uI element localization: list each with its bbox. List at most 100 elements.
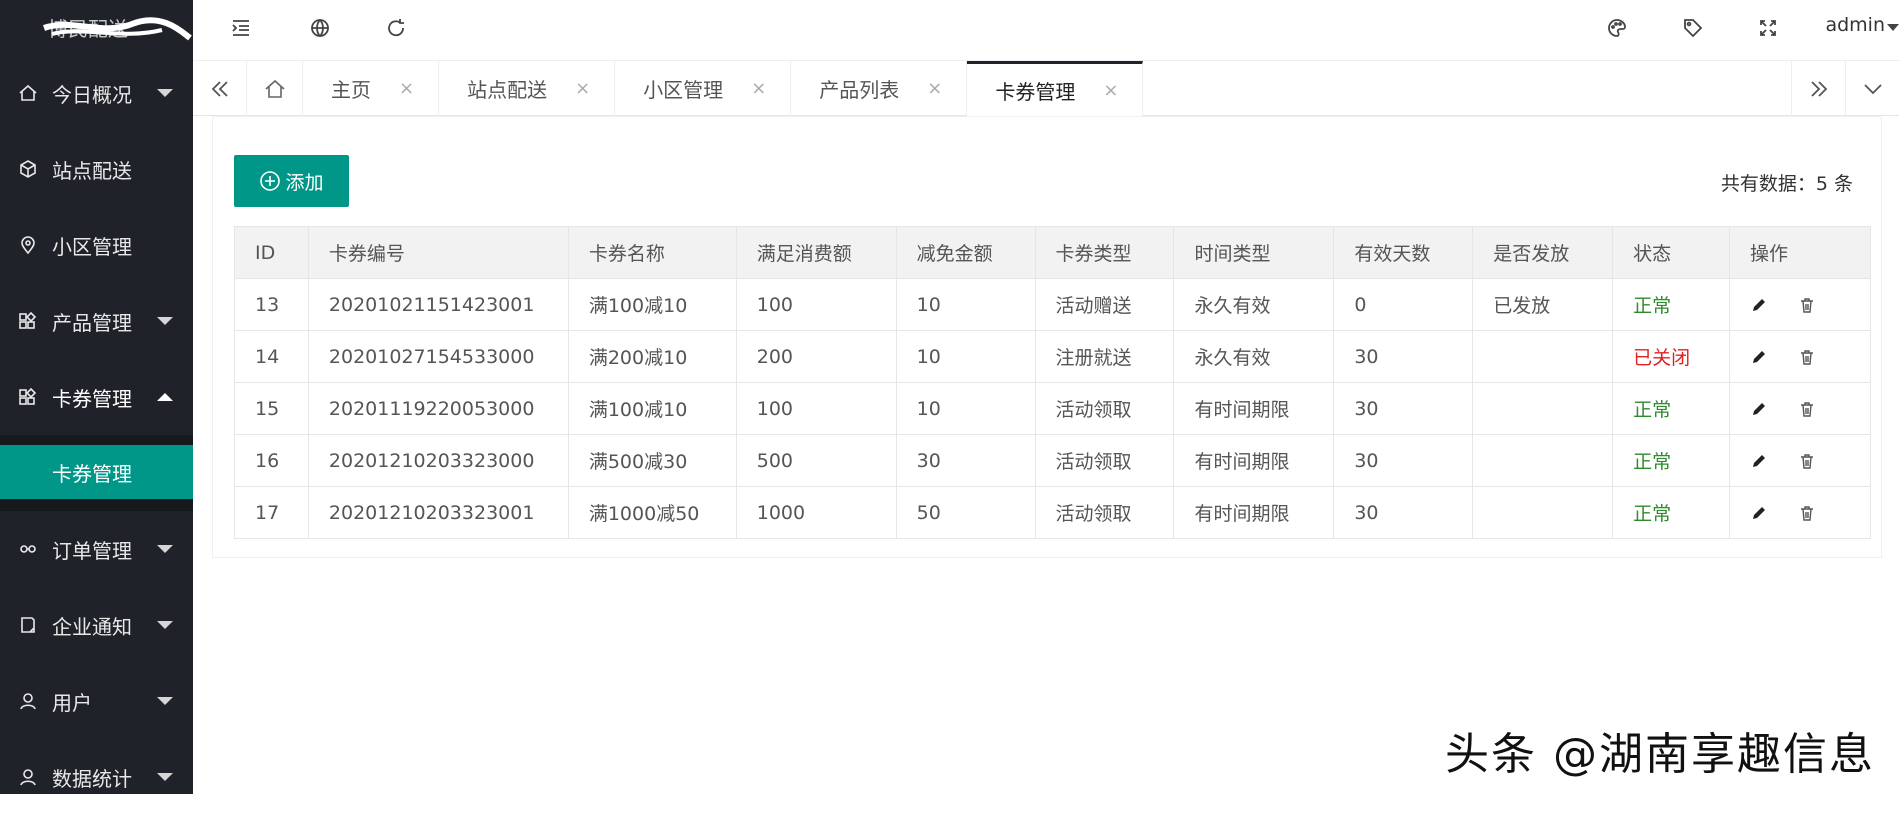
sidebar-item-label: 小区管理 bbox=[52, 234, 132, 259]
delete-icon[interactable] bbox=[1798, 504, 1816, 522]
add-button-label: 添加 bbox=[285, 171, 324, 194]
row-actions bbox=[1729, 486, 1871, 539]
table-cell: 0 bbox=[1333, 278, 1474, 331]
status-badge: 正常 bbox=[1612, 382, 1731, 435]
menu-fold-icon[interactable] bbox=[227, 14, 255, 42]
chevron-down-icon bbox=[157, 545, 173, 553]
location-icon bbox=[18, 235, 38, 255]
table-cell: 30 bbox=[895, 434, 1036, 487]
tabs: 主页 × 站点配送 × 小区管理 × 产品列表 × 卡券管理 × bbox=[247, 61, 1144, 116]
close-icon[interactable]: × bbox=[1103, 80, 1118, 101]
close-icon[interactable]: × bbox=[575, 78, 590, 99]
table-cell: 有时间期限 bbox=[1173, 486, 1335, 539]
table-cell: 10 bbox=[895, 330, 1036, 383]
cube-icon bbox=[18, 159, 38, 179]
tab-label: 产品列表 bbox=[819, 78, 900, 102]
tab-home[interactable]: 主页 × bbox=[303, 61, 440, 116]
logo: 博民配送 bbox=[0, 0, 193, 55]
sidebar-item-coupons[interactable]: 卡券管理 bbox=[0, 359, 193, 435]
sidebar-submenu: 卡券管理 bbox=[0, 435, 193, 511]
close-icon[interactable]: × bbox=[927, 78, 942, 99]
tab-home-icon[interactable] bbox=[247, 61, 303, 116]
user-icon bbox=[18, 767, 38, 787]
status-badge: 正常 bbox=[1612, 486, 1731, 539]
refresh-icon[interactable] bbox=[382, 14, 410, 42]
table-cell: 永久有效 bbox=[1173, 330, 1335, 383]
home-icon bbox=[264, 79, 285, 98]
table-cell: 20201021151423001 bbox=[307, 278, 569, 331]
tag-icon[interactable] bbox=[1679, 14, 1707, 42]
fullscreen-icon[interactable] bbox=[1754, 14, 1782, 42]
chevron-down-icon bbox=[1863, 83, 1882, 94]
sidebar-item-label: 用户 bbox=[52, 690, 92, 715]
globe-icon[interactable] bbox=[306, 14, 334, 42]
user-icon bbox=[18, 691, 38, 711]
edit-icon[interactable] bbox=[1750, 348, 1768, 366]
table-cell bbox=[1472, 382, 1614, 435]
table-cell: 30 bbox=[1333, 434, 1474, 487]
close-icon[interactable]: × bbox=[399, 78, 414, 99]
edit-icon[interactable] bbox=[1750, 296, 1768, 314]
tabs-scroll-left-button[interactable] bbox=[193, 61, 247, 116]
column-header: 减免金额 bbox=[895, 226, 1036, 279]
sidebar-item-users[interactable]: 用户 bbox=[0, 663, 193, 739]
edit-icon[interactable] bbox=[1750, 504, 1768, 522]
sidebar-item-stats[interactable]: 数据统计 bbox=[0, 739, 193, 815]
table-row: 17 20201210203323001 满1000减50 1000 50 活动领取 有时间… bbox=[234, 486, 1871, 539]
table-cell: 30 bbox=[1333, 382, 1474, 435]
table-cell: 10 bbox=[895, 278, 1036, 331]
table-row: 13 20201021151423001 满100减10 100 10 活动赠送 永久有效 0… bbox=[234, 278, 1871, 331]
tab-station[interactable]: 站点配送 × bbox=[439, 61, 616, 116]
sidebar-item-station[interactable]: 站点配送 bbox=[0, 131, 193, 207]
tab-coupons[interactable]: 卡券管理 × bbox=[967, 61, 1144, 116]
delete-icon[interactable] bbox=[1798, 348, 1816, 366]
delete-icon[interactable] bbox=[1798, 296, 1816, 314]
table-cell: 满1000减50 bbox=[567, 486, 737, 539]
user-menu[interactable]: admin bbox=[1825, 14, 1899, 36]
tab-products[interactable]: 产品列表 × bbox=[791, 61, 968, 116]
table-cell: 500 bbox=[735, 434, 897, 487]
status-badge: 正常 bbox=[1612, 278, 1731, 331]
column-header: 满足消费额 bbox=[735, 226, 897, 279]
table-cell: 满100减10 bbox=[567, 382, 737, 435]
tab-label: 卡券管理 bbox=[995, 79, 1076, 104]
sidebar-item-notices[interactable]: 企业通知 bbox=[0, 587, 193, 663]
column-header: 是否发放 bbox=[1472, 226, 1614, 279]
coupon-table: ID 卡券编号 卡券名称 满足消费额 减免金额 卡券类型 时间类型 有效天数 是… bbox=[234, 226, 1871, 539]
sidebar-item-label: 卡券管理 bbox=[52, 386, 132, 411]
sidebar-item-community[interactable]: 小区管理 bbox=[0, 207, 193, 283]
chevron-down-icon bbox=[157, 773, 173, 781]
tabs-scroll-right-button[interactable] bbox=[1791, 61, 1845, 116]
sidebar-item-overview[interactable]: 今日概况 bbox=[0, 55, 193, 131]
sidebar-item-label: 今日概况 bbox=[52, 82, 132, 107]
table-cell: 200 bbox=[735, 330, 897, 383]
sidebar-item-products[interactable]: 产品管理 bbox=[0, 283, 193, 359]
table-cell: 1000 bbox=[735, 486, 897, 539]
sidebar-item-orders[interactable]: 订单管理 bbox=[0, 511, 193, 587]
column-header: ID bbox=[234, 226, 309, 279]
sidebar-subitem-coupon-management[interactable]: 卡券管理 bbox=[0, 445, 193, 499]
delete-icon[interactable] bbox=[1798, 400, 1816, 418]
table-cell: 30 bbox=[1333, 486, 1474, 539]
total-count: 共有数据：5 条 bbox=[1720, 173, 1853, 195]
grid-icon bbox=[18, 387, 38, 407]
status-badge: 正常 bbox=[1612, 434, 1731, 487]
edit-icon[interactable] bbox=[1750, 452, 1768, 470]
edit-icon[interactable] bbox=[1750, 400, 1768, 418]
add-button[interactable]: 添加 bbox=[234, 155, 349, 207]
close-icon[interactable]: × bbox=[751, 78, 766, 99]
chevron-down-icon bbox=[157, 621, 173, 629]
column-header: 操作 bbox=[1729, 226, 1871, 279]
palette-icon[interactable] bbox=[1603, 14, 1631, 42]
table-cell: 活动领取 bbox=[1034, 486, 1175, 539]
table-cell: 永久有效 bbox=[1173, 278, 1335, 331]
tab-community[interactable]: 小区管理 × bbox=[615, 61, 792, 116]
column-header: 卡券类型 bbox=[1034, 226, 1175, 279]
table-cell: 100 bbox=[735, 382, 897, 435]
watermark: 头条 @湖南享趣信息 bbox=[1445, 729, 1875, 780]
redaction-scribble bbox=[42, 17, 192, 41]
table-cell: 20201210203323001 bbox=[307, 486, 569, 539]
table-cell: 满200减10 bbox=[567, 330, 737, 383]
tabs-dropdown-button[interactable] bbox=[1845, 61, 1899, 116]
delete-icon[interactable] bbox=[1798, 452, 1816, 470]
